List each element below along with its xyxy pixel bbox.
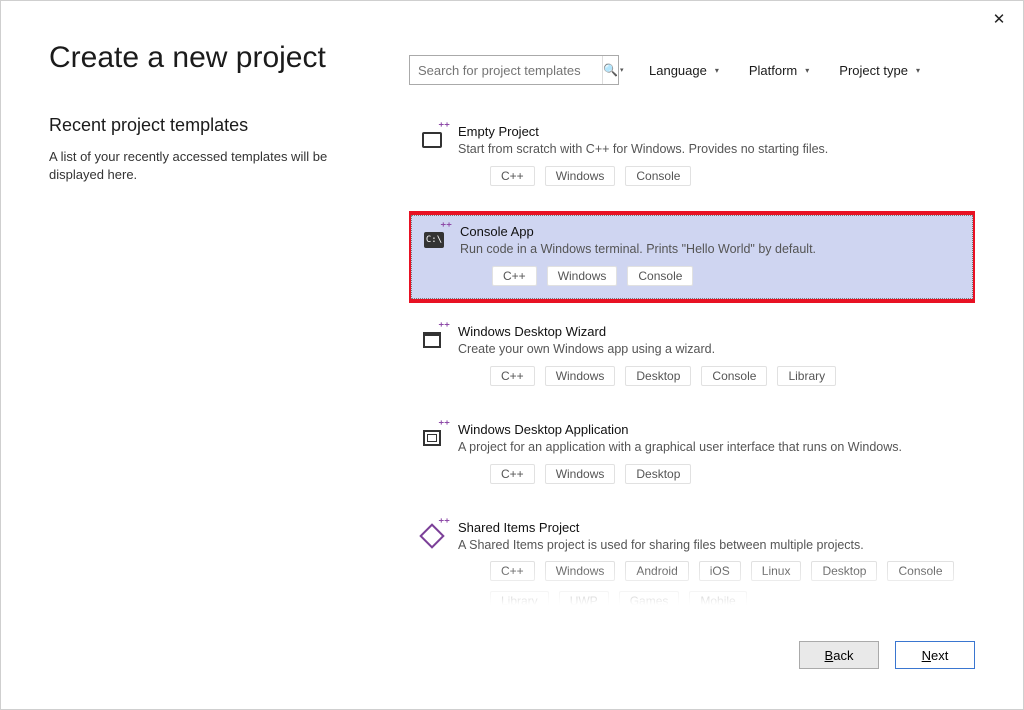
back-button[interactable]: Back (799, 641, 879, 669)
template-list: ⁺⁺ Empty Project Start from scratch with C… (409, 115, 975, 605)
search-input[interactable] (410, 63, 602, 78)
template-title: Console App (460, 224, 962, 239)
next-button[interactable]: Next (895, 641, 975, 669)
tag: C++ (490, 366, 535, 386)
template-item[interactable]: C:\⁺⁺ Console App Run code in a Windows te… (411, 215, 973, 299)
tag: Desktop (625, 366, 691, 386)
template-title: Windows Desktop Application (458, 422, 964, 437)
template-icon: ⁺⁺ (418, 126, 446, 154)
template-title: Shared Items Project (458, 520, 964, 535)
template-icon: C:\⁺⁺ (420, 226, 448, 254)
page-title: Create a new project (49, 41, 409, 75)
template-desc: Run code in a Windows terminal. Prints "… (460, 241, 962, 258)
search-icon[interactable]: 🔍▾ (602, 56, 623, 84)
tag: Console (701, 366, 767, 386)
tag: Console (627, 266, 693, 286)
filter-label: Project type (839, 63, 908, 78)
new-project-dialog: ✕ Create a new project 🔍▾ Language ▾ Pla… (0, 0, 1024, 710)
tag: Library (777, 366, 836, 386)
recent-note: A list of your recently accessed templat… (49, 148, 385, 184)
template-tags: C++ Windows Desktop Console Library (458, 366, 964, 386)
tag: C++ (490, 166, 535, 186)
filter-label: Language (649, 63, 707, 78)
tag: Windows (545, 464, 616, 484)
template-desc: Start from scratch with C++ for Windows.… (458, 141, 964, 158)
chevron-down-icon: ▾ (916, 66, 920, 75)
template-icon: ⁺⁺ (418, 522, 446, 550)
search-box[interactable]: 🔍▾ (409, 55, 619, 85)
template-tags: C++ Windows Desktop (458, 464, 964, 484)
tag: C++ (492, 266, 537, 286)
template-desc: Create your own Windows app using a wiza… (458, 341, 964, 358)
tag: Desktop (625, 464, 691, 484)
filter-project-type[interactable]: Project type ▾ (839, 63, 920, 78)
tag: Windows (547, 266, 618, 286)
chevron-down-icon: ▾ (715, 66, 719, 75)
template-item[interactable]: ⁺⁺ Empty Project Start from scratch with C… (409, 115, 975, 199)
tag: Windows (545, 366, 616, 386)
template-item[interactable]: ⁺⁺ Windows Desktop Wizard Create your own … (409, 315, 975, 399)
template-desc: A project for an application with a grap… (458, 439, 964, 456)
template-tags: C++ Windows Console (460, 266, 962, 286)
tag: Console (625, 166, 691, 186)
filter-language[interactable]: Language ▾ (649, 63, 719, 78)
template-tags: C++ Windows Console (458, 166, 964, 186)
template-desc: A Shared Items project is used for shari… (458, 537, 964, 554)
filter-platform[interactable]: Platform ▾ (749, 63, 809, 78)
template-title: Windows Desktop Wizard (458, 324, 964, 339)
fade-overlay (409, 565, 975, 605)
tag: Windows (545, 166, 616, 186)
chevron-down-icon: ▾ (805, 66, 809, 75)
template-item[interactable]: ⁺⁺ Windows Desktop Application A project f… (409, 413, 975, 497)
tag: C++ (490, 464, 535, 484)
close-icon[interactable]: ✕ (985, 7, 1013, 31)
filter-label: Platform (749, 63, 797, 78)
template-icon: ⁺⁺ (418, 424, 446, 452)
recent-heading: Recent project templates (49, 115, 385, 136)
template-title: Empty Project (458, 124, 964, 139)
template-icon: ⁺⁺ (418, 326, 446, 354)
